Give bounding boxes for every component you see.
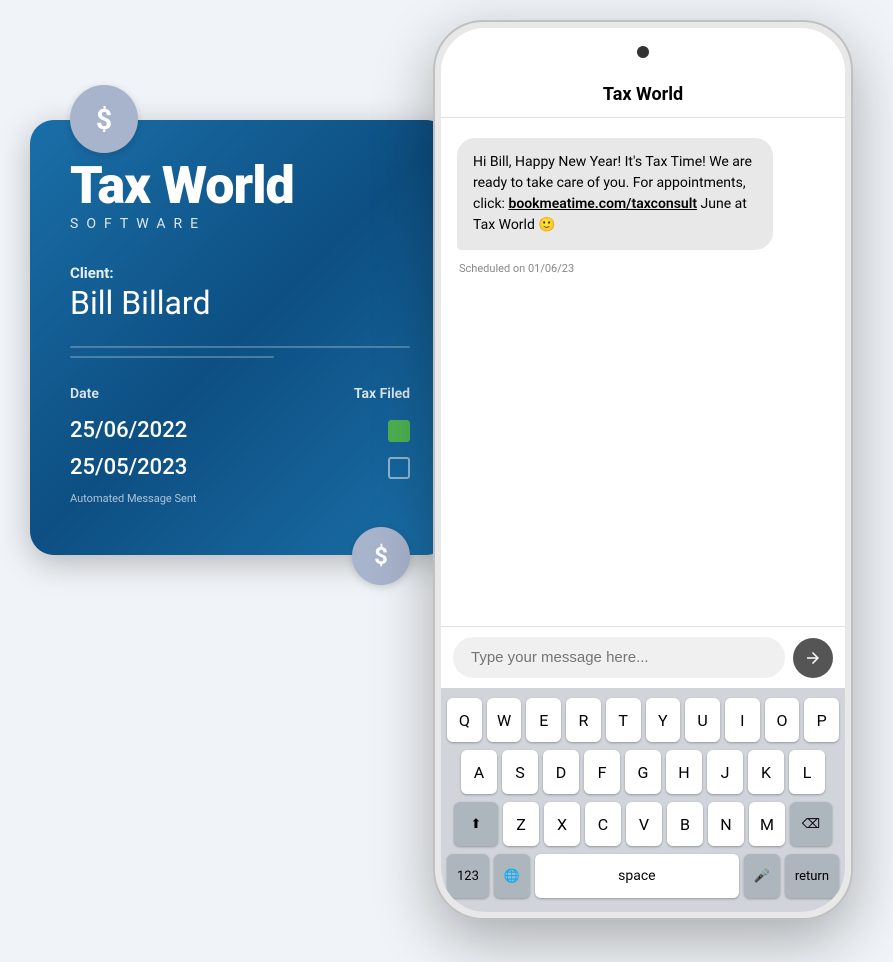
phone-notch bbox=[441, 28, 845, 76]
mic-key[interactable]: 🎤 bbox=[744, 854, 780, 898]
front-camera bbox=[637, 46, 649, 58]
date-2: 25/05/2023 bbox=[70, 455, 187, 480]
key-k[interactable]: K bbox=[748, 750, 784, 794]
keyboard-row-1: Q W E R T Y U I O P bbox=[447, 698, 839, 742]
key-q[interactable]: Q bbox=[447, 698, 482, 742]
key-s[interactable]: S bbox=[502, 750, 538, 794]
key-w[interactable]: W bbox=[487, 698, 522, 742]
key-m[interactable]: M bbox=[749, 802, 785, 846]
key-j[interactable]: J bbox=[707, 750, 743, 794]
phone-wrapper: Tax World Hi Bill, Happy New Year! It's … bbox=[433, 20, 853, 920]
message-link[interactable]: bookmeatime.com/taxconsult bbox=[508, 196, 697, 212]
key-p[interactable]: P bbox=[804, 698, 839, 742]
date-1: 25/06/2022 bbox=[70, 418, 187, 443]
keyboard-row-4: 123 🌐 space 🎤 return bbox=[447, 854, 839, 898]
phone-frame: Tax World Hi Bill, Happy New Year! It's … bbox=[433, 20, 853, 920]
key-c[interactable]: C bbox=[585, 802, 621, 846]
keyboard-row-2: A S D F G H J K L bbox=[447, 750, 839, 794]
key-l[interactable]: L bbox=[789, 750, 825, 794]
table-header: Date Tax Filed bbox=[70, 386, 410, 402]
message-input-area bbox=[441, 626, 845, 688]
backspace-key[interactable]: ⌫ bbox=[790, 802, 832, 846]
key-o[interactable]: O bbox=[765, 698, 800, 742]
return-key[interactable]: return bbox=[785, 854, 839, 898]
key-a[interactable]: A bbox=[461, 750, 497, 794]
filed-checkbox-checked bbox=[388, 420, 410, 442]
keyboard: Q W E R T Y U I O P A S D F G bbox=[441, 688, 845, 912]
card-wrapper: $ Tax World SOFTWARE Client: Bill Billar… bbox=[30, 120, 450, 555]
phone-screen: Tax World Hi Bill, Happy New Year! It's … bbox=[441, 28, 845, 912]
message-text: Hi Bill, Happy New Year! It's Tax Time! … bbox=[473, 152, 757, 236]
key-b[interactable]: B bbox=[667, 802, 703, 846]
key-u[interactable]: U bbox=[685, 698, 720, 742]
key-x[interactable]: X bbox=[544, 802, 580, 846]
key-y[interactable]: Y bbox=[646, 698, 681, 742]
card-title: Tax World bbox=[70, 160, 410, 212]
key-r[interactable]: R bbox=[566, 698, 601, 742]
key-e[interactable]: E bbox=[526, 698, 561, 742]
divider-2 bbox=[70, 356, 274, 358]
table-row-1: 25/06/2022 bbox=[70, 418, 410, 443]
key-v[interactable]: V bbox=[626, 802, 662, 846]
message-bubble: Hi Bill, Happy New Year! It's Tax Time! … bbox=[457, 138, 773, 250]
key-h[interactable]: H bbox=[666, 750, 702, 794]
message-list: Hi Bill, Happy New Year! It's Tax Time! … bbox=[441, 118, 845, 626]
send-button[interactable] bbox=[793, 638, 833, 678]
table-row-2: 25/05/2023 bbox=[70, 455, 410, 480]
key-n[interactable]: N bbox=[708, 802, 744, 846]
phone-title: Tax World bbox=[461, 84, 825, 105]
keyboard-row-3: ⬆ Z X C V B N M ⌫ bbox=[447, 802, 839, 846]
card-dividers bbox=[70, 346, 410, 358]
message-input[interactable] bbox=[453, 637, 785, 678]
send-icon bbox=[804, 649, 822, 667]
key-i[interactable]: I bbox=[725, 698, 760, 742]
key-d[interactable]: D bbox=[543, 750, 579, 794]
key-t[interactable]: T bbox=[606, 698, 641, 742]
divider-1 bbox=[70, 346, 410, 348]
key-z[interactable]: Z bbox=[503, 802, 539, 846]
numbers-key[interactable]: 123 bbox=[447, 854, 489, 898]
globe-key[interactable]: 🌐 bbox=[494, 854, 530, 898]
phone-header: Tax World bbox=[441, 76, 845, 118]
client-label: Client: bbox=[70, 264, 410, 282]
auto-message: Automated Message Sent bbox=[70, 492, 410, 505]
col-date-header: Date bbox=[70, 386, 99, 402]
tax-card: Tax World SOFTWARE Client: Bill Billard … bbox=[30, 120, 450, 555]
filed-checkbox-empty bbox=[388, 457, 410, 479]
col-filed-header: Tax Filed bbox=[354, 386, 410, 402]
client-name: Bill Billard bbox=[70, 284, 410, 322]
shift-key[interactable]: ⬆ bbox=[454, 802, 498, 846]
message-timestamp: Scheduled on 01/06/23 bbox=[457, 262, 829, 275]
key-g[interactable]: G bbox=[625, 750, 661, 794]
card-subtitle: SOFTWARE bbox=[70, 216, 410, 232]
key-f[interactable]: F bbox=[584, 750, 620, 794]
dollar-badge-top: $ bbox=[70, 85, 138, 153]
space-key[interactable]: space bbox=[535, 854, 739, 898]
dollar-badge-bottom: $ bbox=[352, 527, 410, 585]
